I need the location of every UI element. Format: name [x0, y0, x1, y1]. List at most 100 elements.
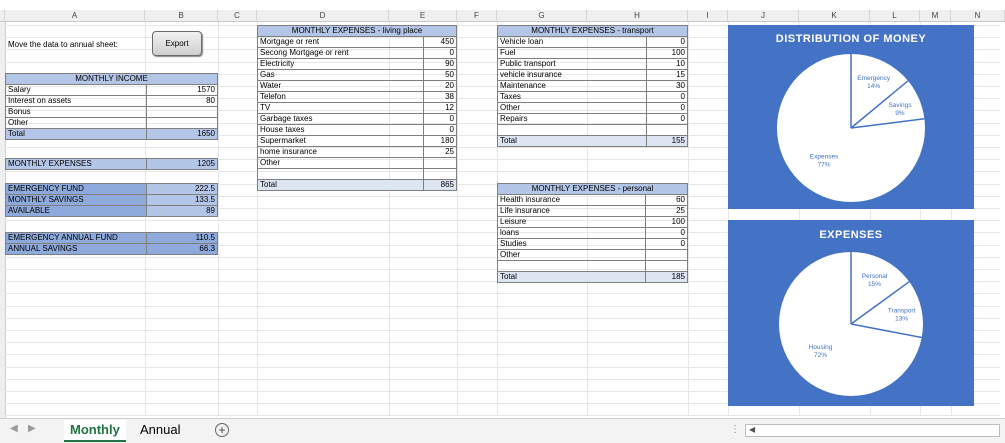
living-total-row[interactable]: Total 865: [256, 179, 457, 191]
cell-value[interactable]: [423, 157, 457, 169]
cell-label[interactable]: Maintenance: [496, 80, 648, 92]
table-row[interactable]: Public transport 10: [496, 58, 688, 70]
column-header-e[interactable]: E: [389, 10, 457, 22]
cell-label[interactable]: Health insurance: [496, 194, 647, 206]
table-row[interactable]: [256, 168, 457, 180]
table-row[interactable]: Leisure 100: [496, 216, 688, 228]
table-row[interactable]: Gas 50: [256, 69, 457, 81]
column-header-h[interactable]: H: [587, 10, 688, 22]
cell-value[interactable]: [423, 168, 457, 180]
table-row[interactable]: home insurance 25: [256, 146, 457, 158]
cell-label[interactable]: [496, 260, 647, 272]
table-row[interactable]: Vehicle loan 0: [496, 36, 688, 48]
cell-value[interactable]: 0: [645, 238, 688, 250]
cell-value[interactable]: [646, 124, 688, 136]
transport-total-row[interactable]: Total 155: [496, 135, 688, 147]
table-row[interactable]: Health insurance 60: [496, 194, 688, 206]
cell-label[interactable]: Life insurance: [496, 205, 647, 217]
cell-label[interactable]: Studies: [496, 238, 647, 250]
column-header-a[interactable]: A: [5, 10, 145, 22]
cell-value[interactable]: [645, 249, 688, 261]
table-row[interactable]: [496, 124, 688, 136]
cell-value[interactable]: 0: [645, 227, 688, 239]
column-header-g[interactable]: G: [497, 10, 587, 22]
table-row[interactable]: Garbage taxes 0: [256, 113, 457, 125]
table-row[interactable]: AVAILABLE 89: [5, 205, 218, 217]
horizontal-scrollbar[interactable]: ◀: [745, 424, 1000, 437]
next-sheet-icon[interactable]: ▶: [28, 423, 36, 434]
column-header-n[interactable]: N: [951, 10, 1005, 22]
cell-value[interactable]: 180: [423, 135, 457, 147]
distribution-chart[interactable]: DISTRIBUTION OF MONEY Emergency 14% Saving…: [728, 25, 974, 209]
table-row[interactable]: House taxes 0: [256, 124, 457, 136]
cell-label[interactable]: House taxes: [256, 124, 425, 136]
table-row[interactable]: ANNUAL SAVINGS 66.3: [5, 243, 218, 255]
cell-label[interactable]: Electricity: [256, 58, 425, 70]
expenses-chart[interactable]: EXPENSES Personal 15% Transport 13% Housing 7…: [728, 220, 974, 406]
table-row[interactable]: Other: [256, 157, 457, 169]
table-row[interactable]: Secong Mortgage or rent 0: [256, 47, 457, 59]
cell-label[interactable]: Taxes: [496, 91, 648, 103]
cell-value[interactable]: [645, 260, 688, 272]
plus-circle-icon[interactable]: +: [215, 423, 229, 437]
table-row[interactable]: Bonus: [5, 106, 218, 118]
cell-label[interactable]: Other: [256, 157, 425, 169]
table-row[interactable]: Studies 0: [496, 238, 688, 250]
cell-label[interactable]: Other: [496, 102, 648, 114]
cell-value[interactable]: 100: [646, 47, 688, 59]
table-row[interactable]: loans 0: [496, 227, 688, 239]
cell-label[interactable]: Other: [496, 249, 647, 261]
table-row[interactable]: Supermarket 180: [256, 135, 457, 147]
table-row[interactable]: MONTHLY SAVINGS 133.5: [5, 194, 218, 206]
column-header-c[interactable]: C: [218, 10, 257, 22]
table-row[interactable]: TV 12: [256, 102, 457, 114]
table-row[interactable]: Repairs 0: [496, 113, 688, 125]
cell-label[interactable]: loans: [496, 227, 647, 239]
cell-value[interactable]: 0: [423, 113, 457, 125]
cell-value[interactable]: 25: [423, 146, 457, 158]
cell-label[interactable]: Gas: [256, 69, 425, 81]
export-button[interactable]: Export: [152, 31, 202, 56]
sheet-tab-annual[interactable]: Annual: [134, 420, 186, 440]
column-header-j[interactable]: J: [728, 10, 799, 22]
cell-label[interactable]: Vehicle loan: [496, 36, 648, 48]
table-row[interactable]: Electricity 90: [256, 58, 457, 70]
table-row[interactable]: Other: [5, 117, 218, 129]
sheet-tab-monthly[interactable]: Monthly: [64, 420, 126, 442]
table-row[interactable]: Maintenance 30: [496, 80, 688, 92]
table-row[interactable]: Salary 1570: [5, 84, 218, 96]
cell-label[interactable]: Secong Mortgage or rent: [256, 47, 425, 59]
table-row[interactable]: Life insurance 25: [496, 205, 688, 217]
column-header-f[interactable]: F: [457, 10, 497, 22]
column-header-b[interactable]: B: [145, 10, 218, 22]
cell-label[interactable]: [256, 168, 425, 180]
column-header-k[interactable]: K: [799, 10, 870, 22]
cell-value[interactable]: 0: [646, 102, 688, 114]
table-row[interactable]: Fuel 100: [496, 47, 688, 59]
table-row[interactable]: [496, 260, 688, 272]
cell-value[interactable]: 50: [423, 69, 457, 81]
cell-value[interactable]: 12: [423, 102, 457, 114]
cell-label[interactable]: Telefon: [256, 91, 425, 103]
table-row[interactable]: Taxes 0: [496, 91, 688, 103]
cell-value[interactable]: 25: [645, 205, 688, 217]
cell-value[interactable]: 0: [646, 91, 688, 103]
cell-value[interactable]: 15: [646, 69, 688, 81]
table-row[interactable]: vehicle insurance 15: [496, 69, 688, 81]
table-row[interactable]: Mortgage or rent 450: [256, 36, 457, 48]
cell-value[interactable]: 30: [646, 80, 688, 92]
table-row[interactable]: Interest on assets 80: [5, 95, 218, 107]
table-row[interactable]: EMERGENCY ANNUAL FUND 110.5: [5, 232, 218, 244]
cell-label[interactable]: TV: [256, 102, 425, 114]
table-row[interactable]: MONTHLY EXPENSES 1205: [5, 158, 218, 170]
table-row[interactable]: Other 0: [496, 102, 688, 114]
cell-value[interactable]: 100: [645, 216, 688, 228]
table-row[interactable]: Water 20: [256, 80, 457, 92]
cell-label[interactable]: Supermarket: [256, 135, 425, 147]
table-row[interactable]: EMERGENCY FUND 222.5: [5, 183, 218, 195]
cell-value[interactable]: 0: [423, 124, 457, 136]
cell-label[interactable]: Water: [256, 80, 425, 92]
cell-label[interactable]: Fuel: [496, 47, 648, 59]
column-header-m[interactable]: M: [920, 10, 951, 22]
table-row[interactable]: Telefon 38: [256, 91, 457, 103]
